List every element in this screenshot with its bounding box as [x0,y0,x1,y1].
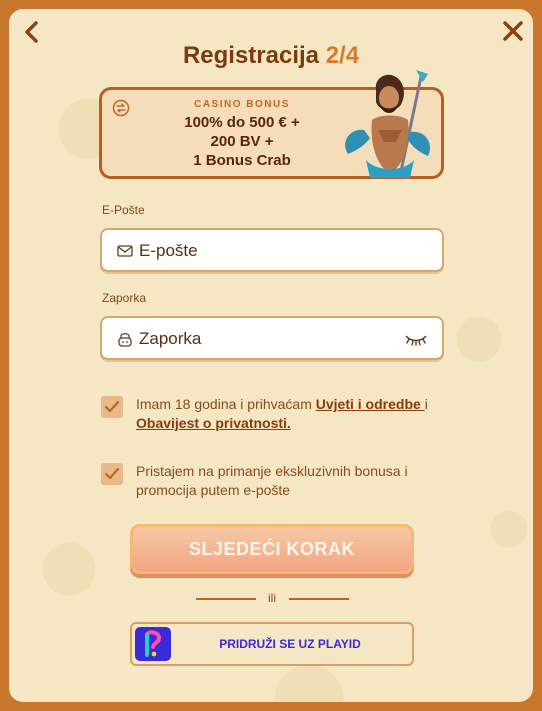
bonus-line-1: 100% do 500 € + [184,114,300,131]
eye-closed-icon[interactable] [404,332,428,346]
bonus-label: CASINO BONUS [194,99,290,110]
divider-text: ili [268,591,276,605]
title-text: Registracija [182,42,320,69]
password-label: Zaporka [102,291,147,305]
checkmark-icon [104,400,120,413]
next-step-button[interactable]: SLJEDEĆI KORAK [130,524,414,574]
marketing-text: Pristajem na primanje ekskluzivnih bonus… [136,463,408,498]
password-placeholder: Zaporka [139,329,202,348]
password-field[interactable]: Zaporka [100,316,444,360]
back-chevron-icon[interactable] [22,20,42,44]
page-title: Registracija 2/4 [0,42,542,70]
casino-bonus-card: CASINO BONUS 100% do 500 € + 200 BV + 1 … [99,70,444,179]
modal-frame: Registracija 2/4 CASINO BONUS 100% do 50… [0,0,542,711]
lock-icon [117,331,133,347]
playid-label: PRIDRUŽI SE UZ PLAYID [219,637,361,651]
email-placeholder: E-pošte [139,241,198,260]
age-terms-text: Imam 18 godina i prihvaćam Uvjeti i odre… [136,395,436,433]
checkmark-icon [104,467,120,480]
swap-icon[interactable] [112,99,130,117]
age-terms-checkbox[interactable] [101,396,123,418]
bonus-line-2: 200 BV + [210,133,274,150]
privacy-link[interactable]: Obavijest o privatnosti. [136,415,291,431]
playid-logo-icon [135,627,171,661]
age-terms-mid: i [424,396,428,412]
marketing-checkbox[interactable] [101,463,123,485]
bonus-line-3: 1 Bonus Crab [193,152,291,169]
playid-button[interactable]: PRIDRUŽI SE UZ PLAYID [130,622,414,666]
email-label: E-Pošte [102,203,145,217]
close-icon[interactable] [502,20,524,42]
email-field[interactable]: E-pošte [100,228,444,272]
step-indicator: 2/4 [325,42,360,69]
divider-line-left [196,598,256,600]
envelope-icon [117,243,133,259]
divider-line-right [289,598,349,600]
age-terms-prefix: Imam 18 godina i prihvaćam [136,396,316,412]
warrior-character-image [330,68,450,180]
terms-link[interactable]: Uvjeti i odredbe [316,396,425,412]
